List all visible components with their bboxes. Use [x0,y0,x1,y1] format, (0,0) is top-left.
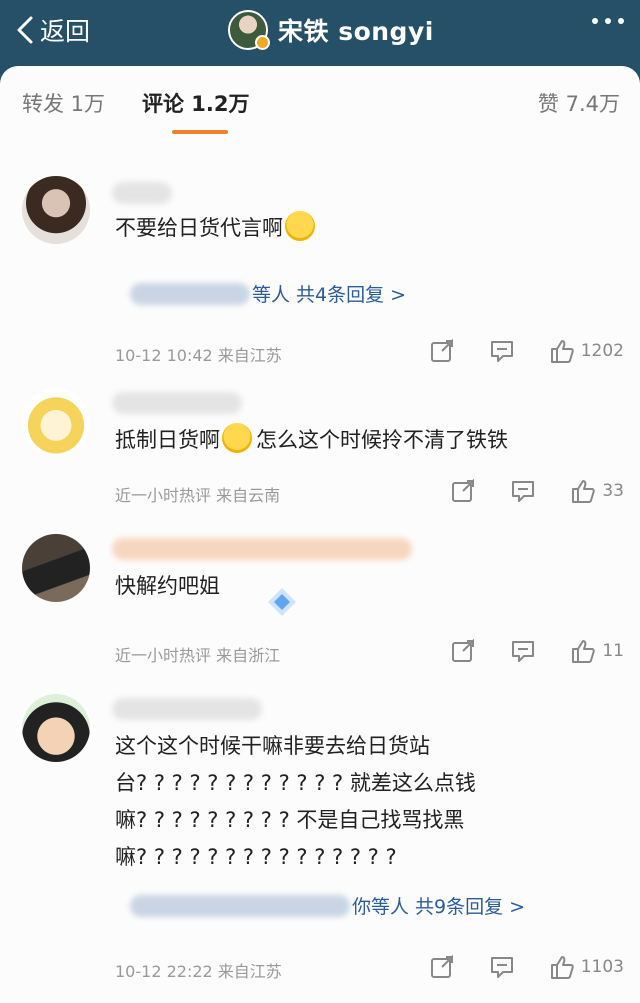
laughing-tears-face-icon [222,423,252,453]
like-count: 33 [602,481,624,501]
comment-item: 不要给日货代言啊 等人 共4条回复 > 10-12 10:42 来自江苏 120… [0,176,640,366]
like-button[interactable]: 11 [570,638,624,664]
avatar[interactable] [22,534,90,602]
comment-icon [490,957,513,978]
profile-name: 宋铁 songyi [278,17,434,46]
view-replies-link[interactable]: 你等人 共9条回复 > [130,892,525,919]
comment-icon [512,641,535,662]
comment-text: 快解约吧姐 [115,574,220,598]
comment-item: 这个这个时候干嘛非要去给日货站 台? ? ? ? ? ? ? ? ? ? ? ?… [0,694,640,994]
comment-actions: 33 [450,478,624,504]
comments-panel: 转发 1万 评论 1.2万 赞 7.4万 不要给日货代言啊 等人 共4条回复 >… [0,66,640,1003]
avatar[interactable] [22,388,90,456]
avatar[interactable] [22,176,90,244]
comment-meta: 近一小时热评 来自云南 [115,486,281,505]
chevron-left-icon [17,16,33,44]
thumbs-up-icon [572,480,596,503]
share-button[interactable] [429,338,455,364]
comment-meta: 10-12 10:42 来自江苏 [115,346,282,365]
reply-button[interactable] [510,638,536,664]
more-icon[interactable] [592,18,624,24]
back-label: 返回 [40,17,91,46]
share-button[interactable] [450,638,476,664]
tab-comments[interactable]: 评论 1.2万 [142,88,250,118]
tab-bar: 转发 1万 评论 1.2万 赞 7.4万 [0,66,640,146]
thumbs-up-icon [572,640,596,663]
comment-item: 快解约吧姐 近一小时热评 来自浙江 11 [0,534,640,684]
comment-actions: 11 [450,638,624,664]
comment-actions: 1103 [429,954,624,980]
share-icon [452,478,475,502]
profile-header[interactable]: 宋铁 songyi [228,8,434,52]
share-button[interactable] [450,478,476,504]
reply-button[interactable] [489,338,515,364]
avatar[interactable] [228,10,270,50]
share-button[interactable] [429,954,455,980]
comment-meta: 10-12 22:22 来自江苏 [115,962,282,981]
comment-text: 抵制日货啊 怎么这个时候拎不清了铁铁 [115,422,508,459]
thumbs-up-icon [550,340,574,363]
sparkle-diamond-icon [268,588,296,616]
thumbs-up-icon [550,956,574,979]
reply-button[interactable] [510,478,536,504]
comment-meta: 近一小时热评 来自浙江 [115,646,281,665]
tab-likes[interactable]: 赞 7.4万 [538,88,620,118]
comment-icon [490,341,513,362]
username-blurred[interactable] [112,182,172,204]
active-tab-indicator [172,130,228,134]
comment-item: 抵制日货啊 怎么这个时候拎不清了铁铁 近一小时热评 来自云南 33 [0,388,640,528]
share-icon [430,338,453,362]
comment-text: 不要给日货代言啊 [115,210,315,247]
like-count: 1103 [580,957,624,977]
like-button[interactable]: 1202 [549,338,624,364]
top-bar: 返回 宋铁 songyi [0,0,640,62]
share-icon [452,638,475,662]
comment-icon [512,481,535,502]
share-icon [430,954,453,978]
verified-badge-icon [255,35,270,50]
avatar[interactable] [22,694,90,762]
crying-face-icon [285,211,315,241]
view-replies-link[interactable]: 等人 共4条回复 > [130,280,406,307]
comment-actions: 1202 [429,338,624,364]
like-count: 1202 [580,341,624,361]
like-button[interactable]: 33 [570,478,624,504]
back-button[interactable]: 返回 [14,10,90,50]
tab-reposts[interactable]: 转发 1万 [22,88,105,118]
comment-text: 这个这个时候干嘛非要去给日货站 台? ? ? ? ? ? ? ? ? ? ? ?… [115,734,476,869]
reply-button[interactable] [489,954,515,980]
username-blurred[interactable] [112,698,262,720]
like-button[interactable]: 1103 [549,954,624,980]
username-blurred[interactable] [112,538,412,560]
like-count: 11 [602,641,624,661]
username-blurred[interactable] [112,392,242,414]
